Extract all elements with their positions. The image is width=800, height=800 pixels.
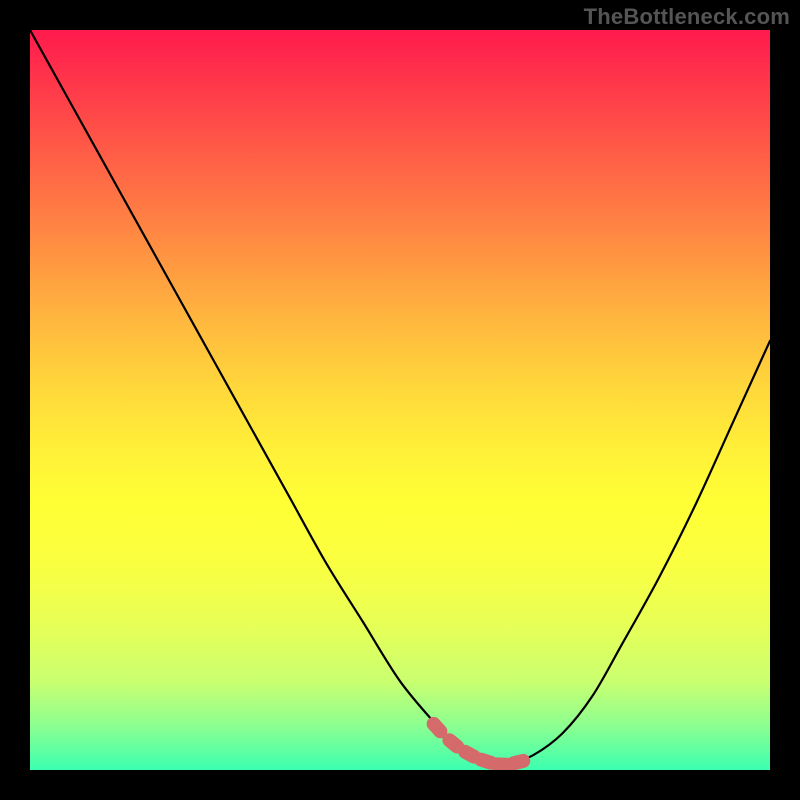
plot-area xyxy=(30,30,770,770)
bottleneck-curve xyxy=(30,30,770,764)
chart-frame: TheBottleneck.com xyxy=(0,0,800,800)
valley-marker xyxy=(505,752,532,770)
watermark-text: TheBottleneck.com xyxy=(584,4,790,30)
curve-overlay xyxy=(30,30,770,770)
valley-markers xyxy=(424,714,532,770)
